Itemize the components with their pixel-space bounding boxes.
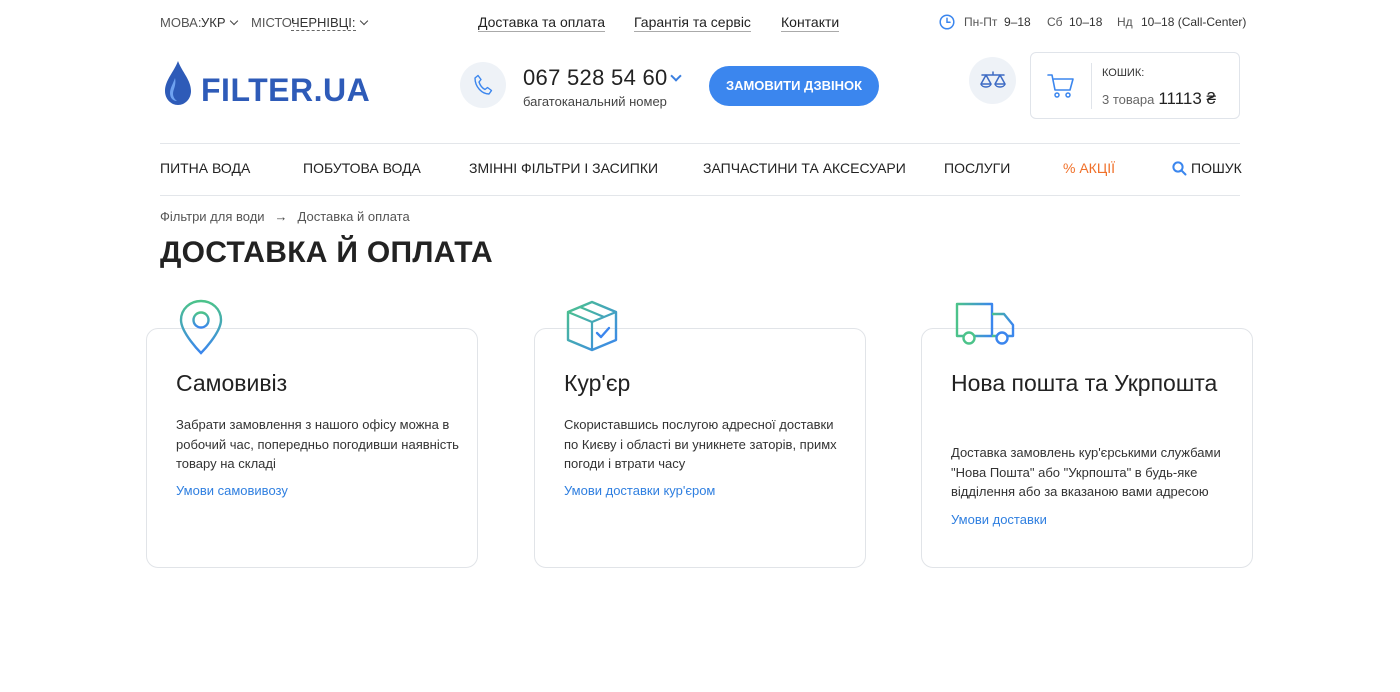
scales-icon xyxy=(979,70,1007,95)
card-title: Нова пошта та Укрпошта xyxy=(951,370,1218,396)
delivery-card-post: Нова пошта та Укрпошта Доставка замовлен… xyxy=(921,328,1253,568)
nav-item-replacement-filters[interactable]: ЗМІННІ ФІЛЬТРИ І ЗАСИПКИ xyxy=(469,160,658,176)
chevron-down-icon xyxy=(359,16,368,26)
card-link-courier-terms[interactable]: Умови доставки кур'єром xyxy=(564,483,715,498)
phone-subtitle: багатоканальний номер xyxy=(523,94,667,109)
callback-button[interactable]: ЗАМОВИТИ ДЗВІНОК xyxy=(709,66,879,106)
card-description: Скориставшись послугою адресної доставки… xyxy=(564,417,837,471)
hours-sat-value: 10–18 xyxy=(1069,15,1103,29)
chevron-down-icon[interactable] xyxy=(670,70,682,82)
hours-weekdays-value: 9–18 xyxy=(1004,15,1031,29)
cart-divider xyxy=(1091,63,1092,109)
header: FILTER.UA 067 528 54 60 багатоканальний … xyxy=(160,52,1240,122)
language-selector[interactable]: УКР xyxy=(201,15,238,30)
phone-number[interactable]: 067 528 54 60 xyxy=(523,65,668,91)
cart-icon xyxy=(1047,73,1075,104)
search-button[interactable]: ПОШУК xyxy=(1172,160,1242,179)
cart-widget[interactable]: КОШИК: 3 товара 11113 ₴ xyxy=(1030,52,1240,119)
city-label: МІСТО: xyxy=(251,15,296,30)
phone-icon-button[interactable] xyxy=(460,62,506,108)
link-contacts[interactable]: Контакти xyxy=(781,14,840,32)
language-label: МОВА: xyxy=(160,15,202,30)
card-link-pickup-terms[interactable]: Умови самовивозу xyxy=(176,483,288,498)
cart-count: 3 товара xyxy=(1102,92,1155,107)
location-pin-icon xyxy=(170,298,234,356)
box-icon xyxy=(560,298,624,356)
top-bar: МОВА: УКР МІСТО: ЧЕРНІВЦІ: Доставка та о… xyxy=(160,0,1246,46)
nav-item-household-water[interactable]: ПОБУТОВА ВОДА xyxy=(303,160,421,176)
logo-suffix: .UA xyxy=(313,72,371,108)
arrow-right-icon: → xyxy=(274,209,288,224)
delivery-card-pickup: Самовивіз Забрати замовлення з нашого оф… xyxy=(146,328,478,568)
hours-sat-label: Сб xyxy=(1047,15,1063,29)
water-drop-logo-icon xyxy=(163,60,193,111)
search-icon xyxy=(1172,161,1187,179)
delivery-card-courier: Кур'єр Скориставшись послугою адресної д… xyxy=(534,328,866,568)
hours-sun-value: 10–18 (Call-Center) xyxy=(1141,15,1247,29)
breadcrumb-item-current: Доставка й оплата xyxy=(297,209,410,224)
breadcrumb: Фільтри для води → Доставка й оплата xyxy=(160,209,410,224)
breadcrumb-item-filters[interactable]: Фільтри для води xyxy=(160,209,265,224)
language-value: УКР xyxy=(201,15,226,30)
cart-sum: 11113 ₴ xyxy=(1158,89,1217,108)
logo-text: FILTER xyxy=(201,72,314,108)
hours-sun-label: Нд xyxy=(1117,15,1133,29)
nav-item-services[interactable]: ПОСЛУГИ xyxy=(944,160,1010,176)
clock-icon xyxy=(939,14,955,30)
cart-label: КОШИК: xyxy=(1102,67,1145,79)
card-link-post-terms[interactable]: Умови доставки xyxy=(951,512,1047,527)
main-nav: ПИТНА ВОДА ПОБУТОВА ВОДА ЗМІННІ ФІЛЬТРИ … xyxy=(160,143,1242,196)
search-label: ПОШУК xyxy=(1191,160,1242,176)
phone-icon xyxy=(473,74,493,101)
card-description: Забрати замовлення з нашого офісу можна … xyxy=(176,417,459,471)
chevron-down-icon xyxy=(229,16,238,26)
truck-icon xyxy=(954,298,1018,356)
card-title: Самовивіз xyxy=(176,370,288,396)
nav-item-promo[interactable]: % АКЦІЇ xyxy=(1063,160,1115,176)
card-title: Кур'єр xyxy=(564,370,631,396)
city-value: ЧЕРНІВЦІ: xyxy=(291,15,356,31)
link-delivery[interactable]: Доставка та оплата xyxy=(478,14,605,32)
page-title: ДОСТАВКА Й ОПЛАТА xyxy=(160,236,493,269)
logo[interactable]: FILTER.UA xyxy=(163,58,373,108)
compare-button[interactable] xyxy=(969,57,1016,104)
link-warranty[interactable]: Гарантія та сервіс xyxy=(634,14,751,32)
card-description: Доставка замовлень кур'єрськими службами… xyxy=(951,445,1221,499)
city-selector[interactable]: ЧЕРНІВЦІ: xyxy=(291,15,368,31)
nav-item-drinking-water[interactable]: ПИТНА ВОДА xyxy=(160,160,250,176)
hours-weekdays-label: Пн-Пт xyxy=(964,15,998,29)
nav-item-parts-accessories[interactable]: ЗАПЧАСТИНИ ТА АКСЕСУАРИ xyxy=(703,160,906,176)
